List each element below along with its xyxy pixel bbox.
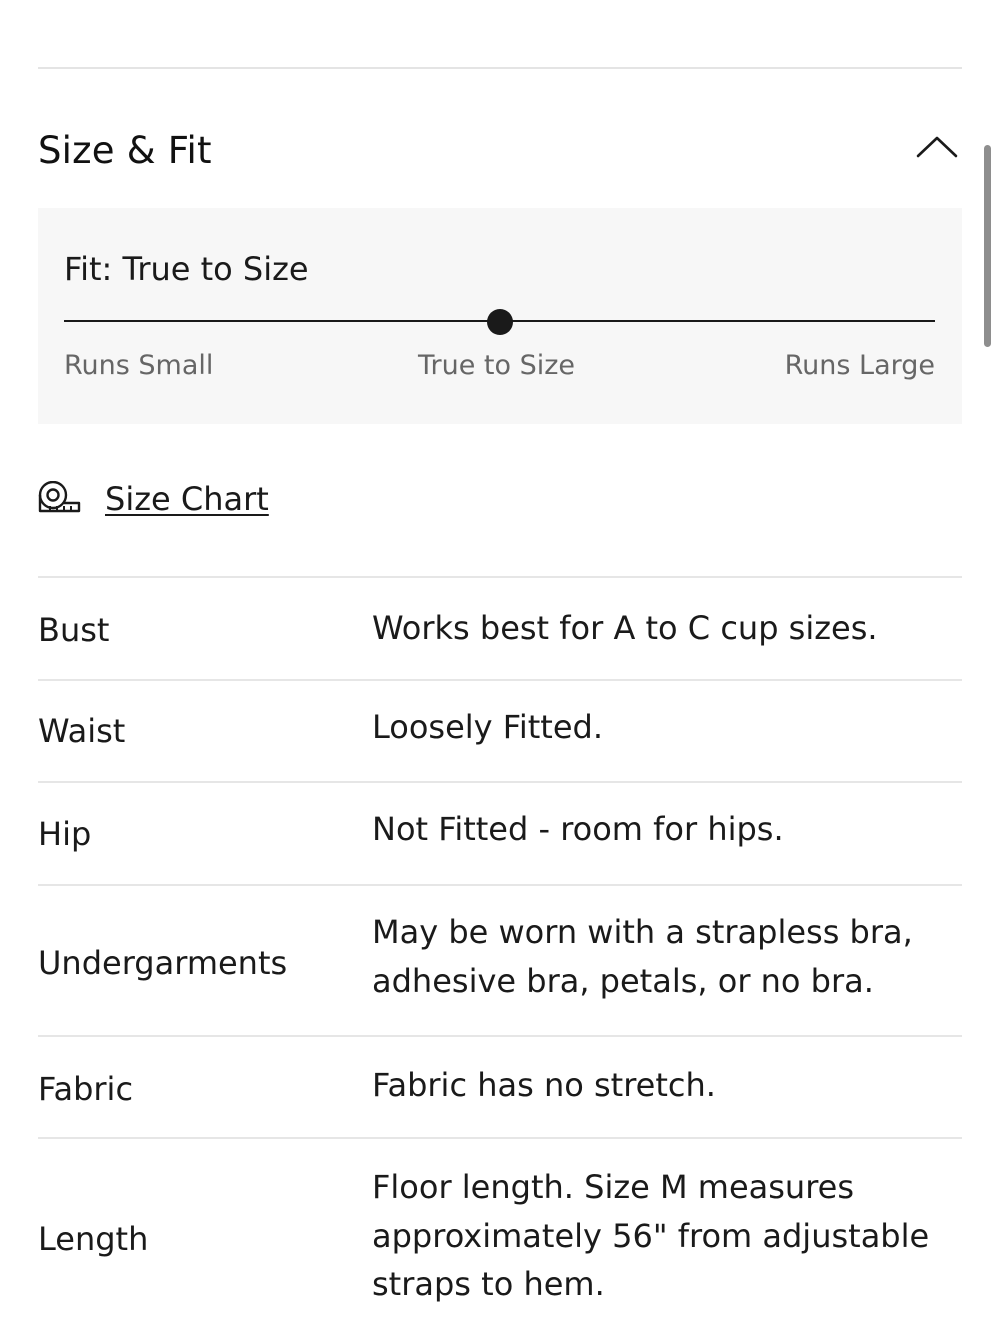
row-label: Length <box>38 1220 149 1258</box>
scale-label-runs-large: Runs Large <box>784 350 935 381</box>
size-chart-link[interactable]: Size Chart <box>38 476 269 522</box>
row-value: Loosely Fitted. <box>372 708 604 746</box>
size-chart-label[interactable]: Size Chart <box>105 479 269 519</box>
scale-label-runs-small: Runs Small <box>64 350 214 381</box>
size-fit-header[interactable]: Size & Fit <box>38 118 962 188</box>
chevron-up-icon[interactable] <box>914 132 960 162</box>
row-label: Fabric <box>38 1070 134 1108</box>
top-divider <box>38 67 962 69</box>
fit-row-undergarments: Undergarments May be worn with a straple… <box>38 884 962 1035</box>
scrollbar[interactable] <box>984 145 991 347</box>
measuring-tape-icon <box>38 481 81 513</box>
row-value: Not Fitted - room for hips. <box>372 810 784 848</box>
row-label: Waist <box>38 712 126 750</box>
section-title: Size & Fit <box>38 129 212 172</box>
row-value: Works best for A to C cup sizes. <box>372 609 878 647</box>
fit-row-fabric: Fabric Fabric has no stretch. <box>38 1035 962 1137</box>
row-value: Floor length. Size M measures approximat… <box>372 1168 930 1303</box>
fit-panel: Fit: True to Size Runs Small True to Siz… <box>38 208 962 424</box>
fit-row-waist: Waist Loosely Fitted. <box>38 679 962 781</box>
scale-label-true-to-size: True to Size <box>418 350 576 381</box>
row-label: Undergarments <box>38 944 288 982</box>
fit-row-bust: Bust Works best for A to C cup sizes. <box>38 576 962 679</box>
fit-row-hip: Hip Not Fitted - room for hips. <box>38 781 962 884</box>
fit-label: Fit: True to Size <box>64 250 309 288</box>
row-value: Fabric has no stretch. <box>372 1066 716 1104</box>
fit-marker <box>486 309 513 335</box>
row-value: May be worn with a strapless bra, adhesi… <box>372 913 913 1000</box>
fit-row-length: Length Floor length. Size M measures app… <box>38 1137 962 1333</box>
row-label: Bust <box>38 611 110 649</box>
row-label: Hip <box>38 815 92 853</box>
